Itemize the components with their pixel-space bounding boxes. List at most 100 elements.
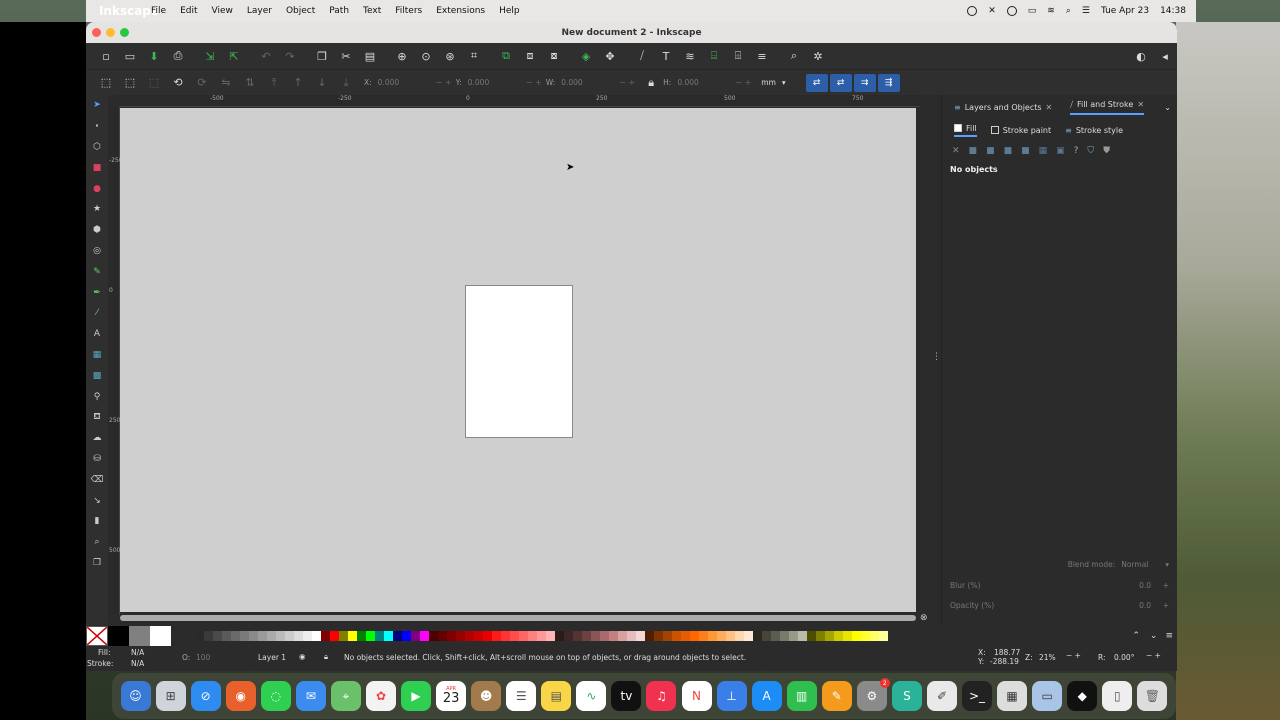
align-distribute-icon[interactable]: ⌸ — [702, 46, 726, 66]
raise-top-icon[interactable]: ⤒ — [262, 73, 286, 93]
numbers-icon[interactable]: ▥ — [786, 681, 817, 711]
palette-swatch[interactable] — [339, 631, 348, 641]
select-all-layers-icon[interactable]: ⬚ — [118, 73, 142, 93]
rectangle-tool-icon[interactable]: ■ — [86, 157, 108, 178]
spray-tool-icon[interactable]: ⛁ — [86, 449, 108, 470]
palette-swatch[interactable] — [816, 631, 825, 641]
palette-swatch[interactable] — [402, 631, 411, 641]
palette-swatch[interactable] — [636, 631, 645, 641]
calculator-icon[interactable]: ▦ — [997, 681, 1028, 711]
horizontal-scrollbar[interactable] — [120, 615, 916, 621]
palette-swatch[interactable] — [618, 631, 627, 641]
close-tab-icon[interactable]: ✕ — [1046, 103, 1053, 112]
palette-swatch[interactable] — [474, 631, 483, 641]
palette-swatch[interactable] — [240, 631, 249, 641]
w-value[interactable]: 0.000 — [561, 78, 617, 87]
menu-view[interactable]: View — [205, 6, 240, 16]
palette-swatch[interactable] — [348, 631, 357, 641]
palette-swatch[interactable] — [231, 631, 240, 641]
gray-swatch[interactable] — [129, 626, 150, 646]
palette-swatch[interactable] — [771, 631, 780, 641]
menu-object[interactable]: Object — [279, 6, 322, 16]
palette-swatch[interactable] — [699, 631, 708, 641]
palette-swatch[interactable] — [519, 631, 528, 641]
palette-swatch[interactable] — [528, 631, 537, 641]
lock-ratio-icon[interactable]: 🔒︎ — [639, 73, 663, 93]
terminal-icon[interactable]: >_ — [962, 681, 993, 711]
palette-swatch[interactable] — [582, 631, 591, 641]
palette-swatch[interactable] — [708, 631, 717, 641]
mesh-gradient-icon[interactable]: ■ — [1021, 146, 1030, 156]
unset-paint-icon[interactable]: ? — [1074, 146, 1079, 156]
palette-swatch[interactable] — [564, 631, 573, 641]
h-stepper[interactable]: − + — [735, 78, 751, 87]
palette-swatch[interactable] — [420, 631, 429, 641]
fill-rule-nonzero-icon[interactable]: ⛊ — [1103, 146, 1110, 156]
y-field[interactable]: Y: 0.000 − + — [456, 78, 542, 87]
palette-swatch[interactable] — [573, 631, 582, 641]
close-tab-icon[interactable]: ✕ — [1137, 100, 1144, 109]
finder-icon[interactable]: ☺ — [120, 681, 151, 711]
clone-icon[interactable]: ⧈ — [518, 46, 542, 66]
no-color-swatch[interactable] — [86, 626, 108, 646]
palette-swatch[interactable] — [852, 631, 861, 641]
selector-tool-icon[interactable]: ➤ — [86, 95, 108, 116]
palette-swatch[interactable] — [501, 631, 510, 641]
new-document-icon[interactable]: ▫ — [94, 46, 118, 66]
radial-gradient-icon[interactable]: ■ — [1004, 146, 1013, 156]
scale-stroke-toggle[interactable]: ⇄ — [805, 73, 828, 92]
subtab-fill[interactable]: Fill — [954, 124, 977, 137]
wifi-icon[interactable]: ≋ — [1047, 6, 1055, 16]
palette-swatch[interactable] — [510, 631, 519, 641]
menu-filters[interactable]: Filters — [388, 6, 429, 16]
move-patterns-toggle[interactable]: ⇶ — [877, 73, 900, 92]
palette-swatch[interactable] — [879, 631, 888, 641]
palette-swatch[interactable] — [285, 631, 294, 641]
fill-rule-evenodd-icon[interactable]: ⛉ — [1087, 146, 1094, 156]
select-all-icon[interactable]: ⬚ — [94, 73, 118, 93]
find-icon[interactable]: ⌕ — [782, 46, 806, 66]
palette-swatch[interactable] — [645, 631, 654, 641]
open-icon[interactable]: ▭ — [118, 46, 142, 66]
trash-icon[interactable]: 🗑︎ — [1137, 681, 1168, 711]
text-font-icon[interactable]: T — [654, 46, 678, 66]
palette-swatch[interactable] — [384, 631, 393, 641]
safari-icon[interactable]: ⊘ — [190, 681, 221, 711]
apple-tv-icon[interactable]: tv — [611, 681, 642, 711]
record-icon[interactable] — [967, 6, 978, 16]
palette-swatch[interactable] — [375, 631, 384, 641]
photos-icon[interactable]: ✿ — [365, 681, 396, 711]
tweak-tool-icon[interactable]: ☁ — [86, 428, 108, 449]
unit-select[interactable]: mm — [761, 78, 776, 87]
palette-swatch[interactable] — [825, 631, 834, 641]
palette-swatch[interactable] — [834, 631, 843, 641]
ellipse-tool-icon[interactable]: ● — [86, 178, 108, 199]
music-icon[interactable]: ♫ — [646, 681, 677, 711]
menu-extensions[interactable]: Extensions — [429, 6, 492, 16]
palette-swatch[interactable] — [357, 631, 366, 641]
keynote-icon[interactable]: ⊥ — [716, 681, 747, 711]
no-paint-icon[interactable]: ✕ — [952, 146, 960, 156]
canvas-rotate-lock-icon[interactable]: ⊗ — [920, 613, 928, 623]
notes-icon[interactable]: ▤ — [541, 681, 572, 711]
news-icon[interactable]: N — [681, 681, 712, 711]
layers-icon[interactable]: ≋ — [678, 46, 702, 66]
mesh-tool-icon[interactable]: ▩ — [86, 365, 108, 386]
play-icon[interactable] — [1006, 6, 1017, 16]
palette-swatch[interactable] — [627, 631, 636, 641]
white-swatch[interactable] — [150, 626, 171, 646]
opacity-stepper[interactable]: + — [1163, 601, 1169, 610]
palette-swatch[interactable] — [393, 631, 402, 641]
mail-icon[interactable]: ✉ — [295, 681, 326, 711]
palette-swatch[interactable] — [789, 631, 798, 641]
palette-scroll-up-icon[interactable]: ⌃ — [1132, 631, 1140, 641]
palette-swatch[interactable] — [591, 631, 600, 641]
paste-icon[interactable]: ▤ — [358, 46, 382, 66]
node-tool-icon[interactable]: ⬝ — [86, 116, 108, 137]
palette-swatch[interactable] — [681, 631, 690, 641]
palette-swatch[interactable] — [717, 631, 726, 641]
zoom-stepper[interactable]: − + — [1066, 651, 1081, 660]
zoom-value[interactable]: 21% — [1039, 653, 1056, 662]
rotation-value[interactable]: 0.00° — [1114, 653, 1134, 662]
export-icon[interactable]: ⇱ — [222, 46, 246, 66]
